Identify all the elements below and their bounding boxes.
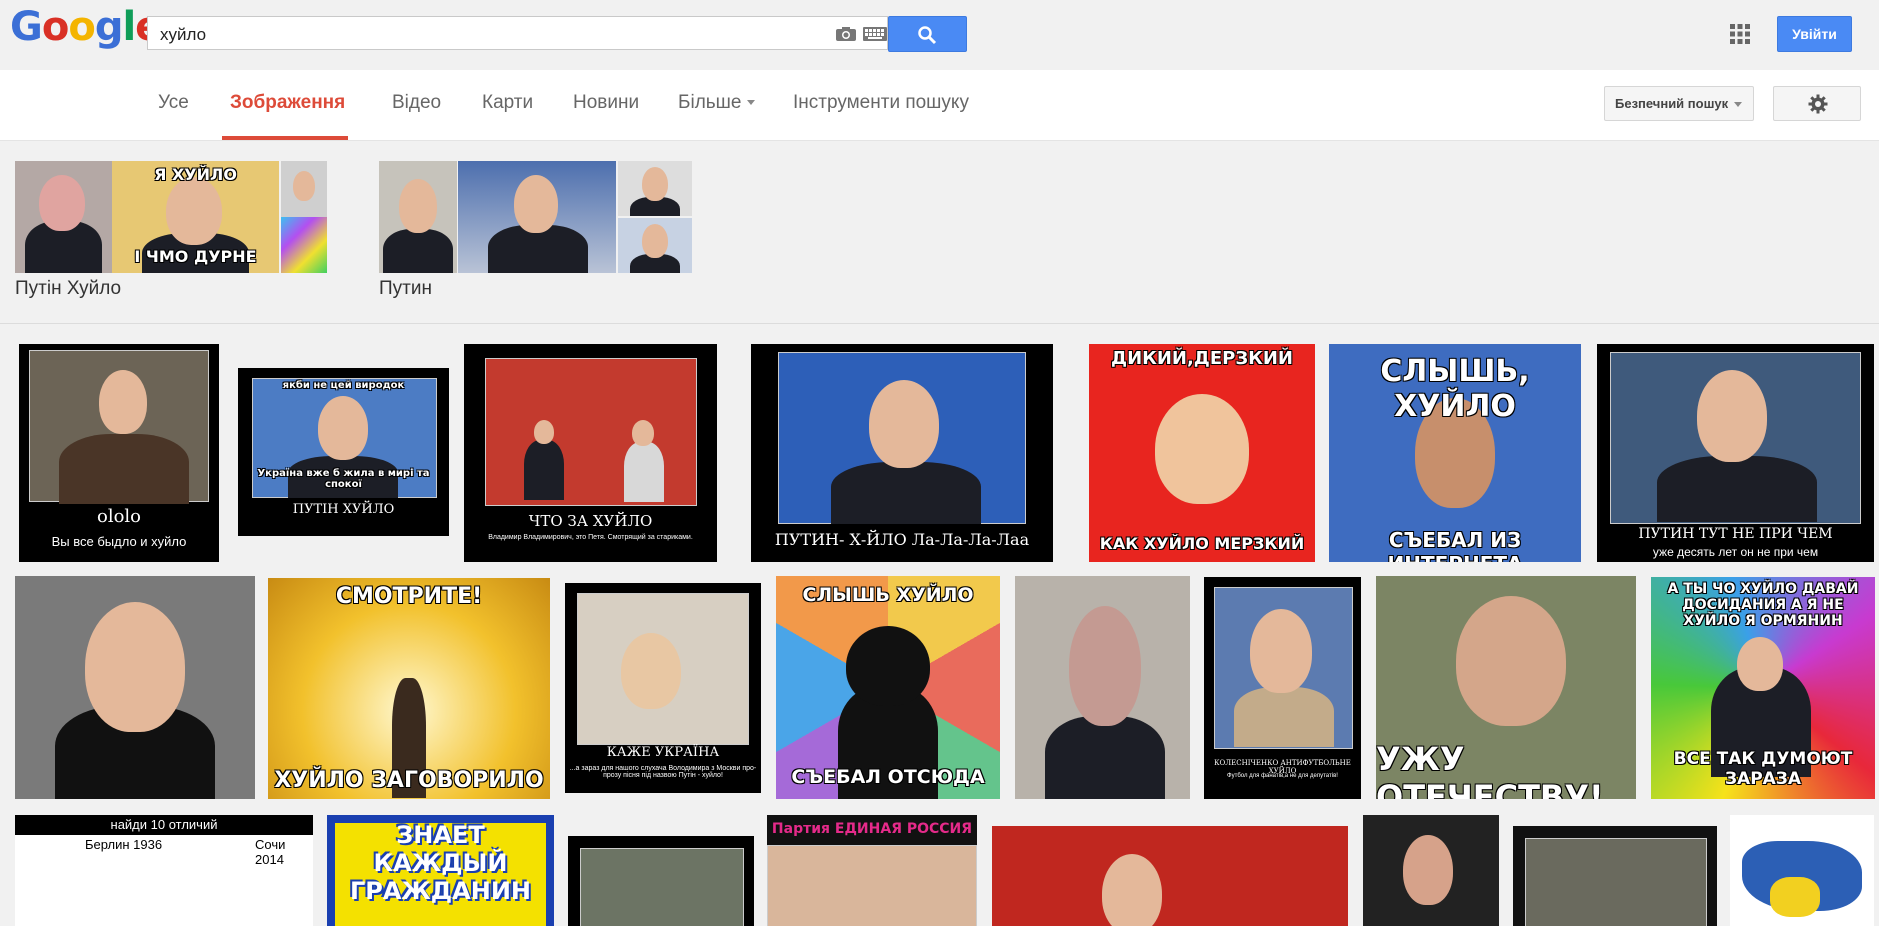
google-logo[interactable]: Google <box>10 4 162 50</box>
result-title: ПУТИН ТУТ НЕ ПРИ ЧЕМ <box>1638 526 1833 542</box>
search-icon <box>918 26 937 45</box>
image-result[interactable]: КОЛЕСНІЧЕНКО АНТИФУТБОЛЬНЕ ХУЙЛО Футбол … <box>1204 577 1361 799</box>
related-thumb: Я ХУЙЛО І ЧМО ДУРНЕ <box>112 161 279 273</box>
image-result[interactable]: Партия ЕДИНАЯ РОССИЯ <box>767 815 977 926</box>
result-subtitle: Владимир Владимирович, это Петя. Смотрящ… <box>488 534 693 541</box>
related-thumb <box>618 161 692 216</box>
image-result[interactable]: найди 10 отличий Берлин 1936 Сочи 2014 <box>15 815 313 926</box>
image-result[interactable] <box>15 576 255 799</box>
search-box[interactable] <box>147 16 888 50</box>
related-thumb <box>379 161 457 273</box>
active-tab-indicator <box>222 136 348 140</box>
result-caption-top: А ТЫ ЧО ХУЙЛО ДАВАЙ ДОСИДАНИЯ А Я НЕ ХУЙ… <box>1667 581 1859 629</box>
result-title: ololo <box>96 506 142 527</box>
result-title: ПУТІН ХУЙЛО <box>292 502 395 517</box>
image-result[interactable]: УЖУ ОТЕЧЕСТВУ! <box>1376 576 1636 799</box>
related-searches: Я ХУЙЛО І ЧМО ДУРНЕ Путін Хуйло Путин <box>0 141 1879 324</box>
search-button[interactable] <box>888 16 967 52</box>
result-caption-middle: Україна вже б жила в мирі та спокої <box>257 468 430 490</box>
tab-more[interactable]: Більше <box>678 92 755 114</box>
related-label: Путін Хуйло <box>15 278 122 299</box>
image-result[interactable] <box>1015 576 1190 799</box>
image-result[interactable]: СЛЫШЬ ХУЙЛО СЪЕБАЛ ОТСЮДА <box>776 576 1000 799</box>
tab-search-tools[interactable]: Інструменти пошуку <box>793 92 969 114</box>
image-result[interactable]: ПУТИН- Х-ЙЛО Ла-Ла-Ла-Лаа <box>751 344 1053 562</box>
result-title: КАЖЕ УКРАЇНА <box>606 745 720 760</box>
result-caption-top: СЛЫШЬ, ХУЙЛО <box>1380 354 1530 424</box>
image-result[interactable]: ДИКИЙ,ДЕРЗКИЙ КАК ХУЙЛО МЕРЗКИЙ <box>1089 344 1315 562</box>
image-result[interactable]: ЧТО ЗА ХУЙЛО Владимир Владимирович, это … <box>464 344 717 562</box>
result-caption-bottom: ВСЕ ТАК ДУМОЮТ ЗАРАЗА <box>1673 749 1853 789</box>
result-right-label: Сочи 2014 <box>255 837 286 867</box>
result-title: найди 10 отличий <box>110 817 218 832</box>
image-result[interactable]: ПУТИН ТУТ НЕ ПРИ ЧЕМ уже десять лет он н… <box>1597 344 1874 562</box>
related-thumb <box>281 161 327 217</box>
image-result[interactable]: СМОТРИТЕ! ХУЙЛО ЗАГОВОРИЛО <box>268 578 550 799</box>
result-title: ПУТИН- Х-ЙЛО Ла-Ла-Ла-Лаа <box>774 530 1030 549</box>
related-thumb <box>618 218 692 273</box>
result-caption-top: СМОТРИТЕ! <box>335 584 483 609</box>
search-nav: Усе Зображення Відео Карти Новини Більше… <box>0 70 1879 141</box>
image-result[interactable] <box>1513 826 1717 926</box>
camera-icon[interactable] <box>835 26 857 42</box>
related-caption-bottom: І ЧМО ДУРНЕ <box>134 247 257 266</box>
keyboard-icon[interactable] <box>863 26 887 42</box>
image-result[interactable] <box>992 826 1348 926</box>
result-caption-top: ЗНАЕТ КАЖДЫЙ ГРАЖДАНИН <box>349 821 532 905</box>
gear-icon <box>1808 94 1828 114</box>
safe-search-label: Безпечний пошук <box>1615 96 1729 111</box>
chevron-down-icon <box>746 100 755 106</box>
result-caption-top: ДИКИЙ,ДЕРЗКИЙ <box>1111 348 1293 369</box>
result-subtitle: ...а зараз для нашого слухача Володимира… <box>569 765 757 779</box>
image-result[interactable] <box>1730 815 1874 926</box>
tab-video[interactable]: Відео <box>392 92 441 114</box>
image-result[interactable]: А ТЫ ЧО ХУЙЛО ДАВАЙ ДОСИДАНИЯ А Я НЕ ХУЙ… <box>1651 577 1875 799</box>
tab-all[interactable]: Усе <box>158 92 189 114</box>
tab-maps[interactable]: Карти <box>482 92 533 114</box>
image-result[interactable] <box>568 836 754 926</box>
image-result[interactable] <box>1363 815 1499 926</box>
image-result[interactable]: ololo Вы все быдло и хуйло <box>19 344 219 562</box>
related-thumb <box>15 161 112 273</box>
result-subtitle: Вы все быдло и хуйло <box>51 534 187 549</box>
result-caption-bottom: ХУЙЛО ЗАГОВОРИЛО <box>274 768 544 793</box>
result-caption-top: СЛЫШЬ ХУЙЛО <box>802 584 974 606</box>
related-caption-top: Я ХУЙЛО <box>154 165 237 184</box>
result-subtitle: Футбол для фанатів,а не для депутатів! <box>1227 773 1338 779</box>
tab-news[interactable]: Новини <box>573 92 639 114</box>
safe-search-dropdown[interactable]: Безпечний пошук <box>1604 86 1754 121</box>
result-caption-bottom: СЪЕБАЛ ОТСЮДА <box>791 766 985 788</box>
settings-button[interactable] <box>1773 86 1861 121</box>
chevron-down-icon <box>1734 102 1743 108</box>
result-caption-top: Партия ЕДИНАЯ РОССИЯ <box>771 821 973 837</box>
result-title: ЧТО ЗА ХУЙЛО <box>528 512 653 530</box>
image-result[interactable]: КАЖЕ УКРАЇНА ...а зараз для нашого слуха… <box>565 583 761 793</box>
related-thumb <box>281 217 327 273</box>
result-caption-top: якби не цей виродок <box>282 380 405 391</box>
tab-more-label: Більше <box>678 92 742 113</box>
image-result[interactable]: якби не цей виродок Україна вже б жила в… <box>238 368 449 536</box>
image-result[interactable]: СЛЫШЬ, ХУЙЛО СЪЕБАЛ ИЗ ИНТЕРНЕТА <box>1329 344 1581 562</box>
result-subtitle: уже десять лет он не при чем <box>1652 545 1819 559</box>
related-label: Путин <box>379 278 432 299</box>
sign-in-button[interactable]: Увійти <box>1777 16 1852 52</box>
result-caption-bottom: СЪЕБАЛ ИЗ ИНТЕРНЕТА <box>1388 528 1523 562</box>
result-caption-bottom: КАК ХУЙЛО МЕРЗКИЙ <box>1099 534 1305 553</box>
result-caption-bottom: УЖУ ОТЕЧЕСТВУ! <box>1376 740 1604 799</box>
search-input[interactable] <box>158 23 782 47</box>
top-bar: Google Увійти <box>0 0 1879 70</box>
result-left-label: Берлин 1936 <box>85 837 163 852</box>
apps-grid-icon[interactable] <box>1730 24 1750 44</box>
image-result[interactable]: ЗНАЕТ КАЖДЫЙ ГРАЖДАНИН <box>327 815 554 926</box>
tab-images[interactable]: Зображення <box>230 92 345 114</box>
related-thumb <box>458 161 616 273</box>
